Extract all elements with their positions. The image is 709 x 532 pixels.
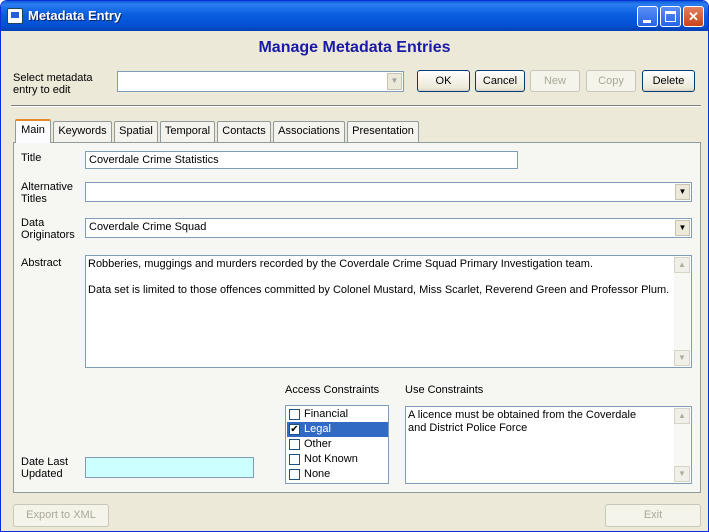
abstract-line-2: Data set is limited to those offences co… — [88, 284, 670, 296]
tab-keywords[interactable]: Keywords — [53, 121, 112, 142]
access-constraints-label: Access Constraints — [285, 384, 380, 396]
data-originators-label: Data Originators — [21, 217, 75, 241]
select-entry-label-line1: Select metadata — [13, 72, 93, 84]
chevron-down-icon[interactable]: ▼ — [675, 184, 690, 200]
abstract-content: Robberies, muggings and murders recorded… — [88, 258, 673, 297]
title-input[interactable]: Coverdale Crime Statistics — [85, 151, 518, 169]
abstract-textarea[interactable]: Robberies, muggings and murders recorded… — [85, 255, 692, 368]
title-label: Title — [21, 152, 42, 164]
cancel-button[interactable]: Cancel — [475, 70, 525, 92]
access-option-other[interactable]: Other — [287, 437, 388, 452]
data-originators-dropdown[interactable]: Coverdale Crime Squad ▼ — [85, 218, 692, 238]
minimize-button[interactable] — [637, 6, 658, 27]
tab-associations[interactable]: Associations — [273, 121, 345, 142]
access-constraints-list[interactable]: Financial ✔ Legal Other Not Known None — [285, 405, 389, 484]
maximize-button[interactable] — [660, 6, 681, 27]
divider — [11, 105, 701, 107]
title-bar[interactable]: Metadata Entry ✕ — [1, 1, 708, 31]
close-button[interactable]: ✕ — [683, 6, 704, 27]
chevron-down-icon[interactable]: ▼ — [675, 220, 690, 236]
option-label: Financial — [304, 408, 349, 420]
copy-button[interactable]: Copy — [586, 70, 636, 92]
use-constraints-line-2: and District Police Force — [408, 422, 528, 434]
access-option-financial[interactable]: Financial — [287, 407, 388, 422]
close-icon: ✕ — [688, 9, 699, 24]
access-option-not-known[interactable]: Not Known — [287, 452, 388, 467]
access-option-none[interactable]: None — [287, 467, 388, 482]
metadata-entry-window: Metadata Entry ✕ Manage Metadata Entries… — [0, 0, 709, 532]
tab-contacts[interactable]: Contacts — [217, 121, 271, 142]
app-icon — [7, 8, 23, 24]
checkbox[interactable] — [289, 439, 300, 450]
use-constraints-line-1: A licence must be obtained from the Cove… — [408, 409, 637, 421]
checkbox[interactable] — [289, 469, 300, 480]
ok-button[interactable]: OK — [417, 70, 470, 92]
scroll-down-icon[interactable]: ▼ — [674, 350, 690, 366]
exit-button[interactable]: Exit — [605, 504, 701, 527]
select-entry-label: Select metadata entry to edit — [13, 72, 93, 96]
chevron-down-icon[interactable]: ▼ — [387, 73, 402, 90]
maximize-icon — [665, 11, 676, 22]
date-last-updated-label: Date Last Updated — [21, 456, 68, 480]
data-originators-value: Coverdale Crime Squad — [89, 221, 207, 233]
tab-spatial[interactable]: Spatial — [114, 121, 158, 142]
data-originators-label-line1: Data — [21, 217, 45, 229]
alternative-titles-label-line1: Alternative — [21, 181, 73, 193]
date-last-updated-label-line2: Updated — [21, 468, 63, 480]
export-to-xml-button[interactable]: Export to XML — [13, 504, 109, 527]
option-label: Not Known — [304, 453, 358, 465]
delete-button[interactable]: Delete — [642, 70, 695, 92]
abstract-label: Abstract — [21, 257, 62, 269]
scroll-down-icon[interactable]: ▼ — [674, 466, 690, 482]
new-button[interactable]: New — [530, 70, 580, 92]
alternative-titles-label: Alternative Titles — [21, 181, 73, 205]
option-label: None — [304, 468, 331, 480]
window-title: Metadata Entry — [28, 8, 122, 23]
alternative-titles-dropdown[interactable]: ▼ — [85, 182, 692, 202]
checkbox[interactable] — [289, 409, 300, 420]
checkbox-checked[interactable]: ✔ — [289, 424, 300, 435]
minimize-icon — [643, 20, 651, 23]
option-label: Other — [304, 438, 332, 450]
select-entry-label-line2: entry to edit — [13, 84, 71, 96]
tab-presentation[interactable]: Presentation — [347, 121, 419, 142]
page-title: Manage Metadata Entries — [258, 39, 451, 56]
date-last-updated-field[interactable] — [85, 457, 254, 478]
scroll-up-icon[interactable]: ▲ — [674, 408, 690, 424]
use-constraints-scrollbar[interactable]: ▲ ▼ — [674, 408, 690, 482]
tab-temporal[interactable]: Temporal — [160, 121, 215, 142]
tab-main[interactable]: Main — [15, 119, 51, 143]
option-label: Legal — [304, 423, 331, 435]
data-originators-label-line2: Originators — [21, 229, 75, 241]
checkbox[interactable] — [289, 454, 300, 465]
alternative-titles-label-line2: Titles — [21, 193, 47, 205]
use-constraints-content: A licence must be obtained from the Cove… — [408, 409, 673, 435]
scroll-up-icon[interactable]: ▲ — [674, 257, 690, 273]
select-entry-dropdown[interactable]: ▼ — [117, 71, 404, 92]
abstract-line-1: Robberies, muggings and murders recorded… — [88, 258, 594, 270]
use-constraints-label: Use Constraints — [405, 384, 484, 396]
date-last-updated-label-line1: Date Last — [21, 456, 69, 468]
abstract-scrollbar[interactable]: ▲ ▼ — [674, 257, 690, 366]
use-constraints-textarea[interactable]: A licence must be obtained from the Cove… — [405, 406, 692, 484]
access-option-legal[interactable]: ✔ Legal — [287, 422, 388, 437]
